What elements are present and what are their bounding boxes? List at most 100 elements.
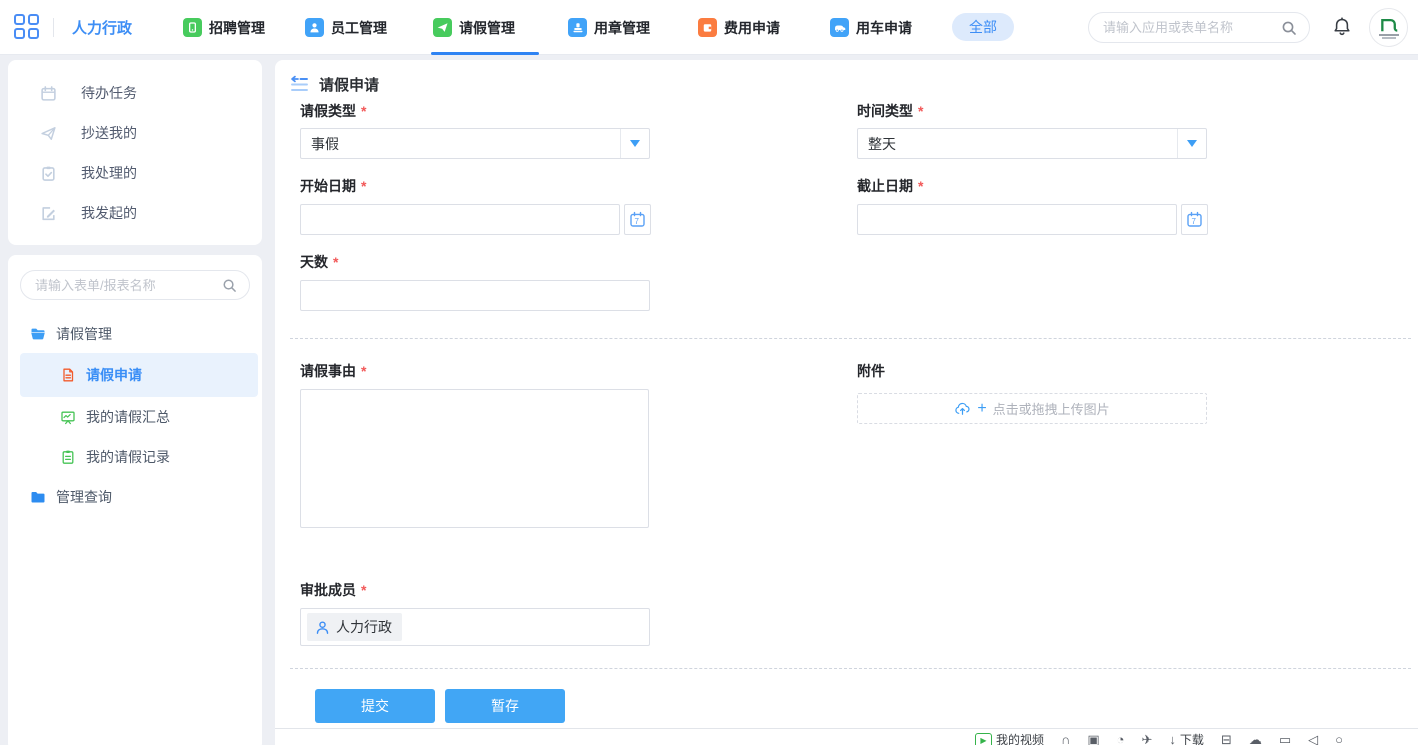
- nav-item-vehicle[interactable]: 用车申请: [830, 0, 912, 55]
- image-icon[interactable]: ▣: [1087, 733, 1099, 745]
- approver-member-field[interactable]: 人力行政: [300, 608, 650, 646]
- topbar: 人力行政 招聘管理 员工管理 请假管理 用章管理: [0, 0, 1418, 55]
- nav-item-seal[interactable]: 用章管理: [568, 0, 650, 55]
- tree-item-my-leave-summary[interactable]: 我的请假汇总: [8, 397, 262, 437]
- loading-icon[interactable]: ○: [1335, 733, 1343, 745]
- form-search: [20, 270, 250, 300]
- start-date-calendar-button[interactable]: 7: [624, 204, 651, 235]
- required-mark: *: [361, 363, 366, 379]
- required-mark: *: [918, 103, 923, 119]
- nav-label: 请假管理: [459, 18, 515, 38]
- employee-icon: [305, 18, 324, 37]
- sidebar-item-initiated-by-me[interactable]: 我发起的: [8, 193, 262, 233]
- speed-icon[interactable]: ◔: [1117, 733, 1125, 745]
- folder-open-icon: [30, 326, 46, 342]
- sidebar-item-label: 待办任务: [81, 83, 137, 103]
- notification-bell-icon[interactable]: [1331, 16, 1353, 38]
- time-type-value: 整天: [858, 134, 1177, 154]
- form-header: 请假申请: [288, 73, 379, 95]
- section-divider: [290, 668, 1411, 669]
- caret-zone: [1177, 129, 1206, 158]
- download-button[interactable]: ↓ 下载: [1169, 733, 1204, 745]
- sidebar-item-label: 我处理的: [81, 163, 137, 183]
- chevron-down-icon: [1187, 140, 1197, 147]
- reason-textarea[interactable]: [300, 389, 649, 528]
- nav-label: 员工管理: [331, 18, 387, 38]
- leave-type-value: 事假: [301, 134, 620, 154]
- tree-folder-leave-management[interactable]: 请假管理: [8, 314, 262, 354]
- time-type-select[interactable]: 整天: [857, 128, 1207, 159]
- tree-item-label: 我的请假汇总: [86, 407, 170, 427]
- rocket-icon[interactable]: ✈: [1142, 733, 1153, 745]
- caret-zone: [620, 129, 649, 158]
- download-label: 下载: [1180, 733, 1204, 745]
- my-videos-label: 我的视频: [996, 733, 1044, 745]
- footer-strip: ▶ 我的视频 ∩ ▣ ◔ ✈ ↓ 下载 ⊟ ☁ ▭ ◁ ○: [275, 728, 1418, 745]
- user-avatar[interactable]: [1369, 8, 1408, 47]
- sidebar-item-handled-by-me[interactable]: 我处理的: [8, 153, 262, 193]
- required-mark: *: [333, 254, 338, 270]
- expense-icon: [698, 18, 717, 37]
- calendar-icon: 7: [1186, 211, 1203, 228]
- cloud-icon[interactable]: ☁: [1249, 733, 1262, 745]
- app-launcher-icon[interactable]: [14, 14, 40, 40]
- search-icon[interactable]: [1281, 20, 1297, 36]
- start-date-input[interactable]: [300, 204, 620, 235]
- sidebar-forms-panel: 请假管理 请假申请 我的请假汇总 我的请假记录 管理查询: [8, 255, 262, 745]
- tree-folder-label: 请假管理: [56, 324, 112, 344]
- calendar-icon: 7: [629, 211, 646, 228]
- nav-item-leave[interactable]: 请假管理: [433, 0, 515, 55]
- end-date-input[interactable]: [857, 204, 1177, 235]
- sidebar-item-label: 抄送我的: [81, 123, 137, 143]
- collapse-sidebar-icon[interactable]: [288, 73, 310, 95]
- company-logo-icon: [1378, 17, 1400, 33]
- volume-icon[interactable]: ◁: [1308, 733, 1318, 745]
- sidebar-item-cc-me[interactable]: 抄送我的: [8, 113, 262, 153]
- download-arrow-icon: ↓: [1169, 733, 1176, 745]
- nav-label: 费用申请: [724, 18, 780, 38]
- my-videos-button[interactable]: ▶ 我的视频: [975, 733, 1044, 745]
- submit-button[interactable]: 提交: [315, 689, 435, 723]
- leave-type-select[interactable]: 事假: [300, 128, 650, 159]
- helmet-icon[interactable]: ∩: [1061, 733, 1070, 745]
- nav-item-expense[interactable]: 费用申请: [698, 0, 780, 55]
- folder-icon: [30, 489, 46, 505]
- days-input[interactable]: [300, 280, 650, 311]
- tree-item-my-leave-records[interactable]: 我的请假记录: [8, 437, 262, 477]
- sidebar-item-label: 我发起的: [81, 203, 137, 223]
- main-panel: 请假申请 请假类型* 事假 时间类型* 整天 开始日期* 7 截止日期*: [275, 60, 1418, 728]
- person-icon: [315, 620, 330, 635]
- filter-all-button[interactable]: 全部: [952, 13, 1014, 41]
- section-divider: [290, 338, 1411, 339]
- sidebar-item-todo-tasks[interactable]: 待办任务: [8, 73, 262, 113]
- printer-icon[interactable]: ⊟: [1221, 733, 1232, 745]
- tree-folder-management-query[interactable]: 管理查询: [8, 477, 262, 517]
- leave-icon: [433, 18, 452, 37]
- logo-text-line: [1382, 37, 1396, 39]
- required-mark: *: [361, 178, 366, 194]
- app-search-input[interactable]: [1103, 20, 1281, 35]
- recruitment-icon: [183, 18, 202, 37]
- page-title: 请假申请: [319, 74, 379, 95]
- required-mark: *: [361, 582, 366, 598]
- nav-item-employee[interactable]: 员工管理: [305, 0, 387, 55]
- attachment-upload-area[interactable]: + 点击或拖拽上传图片: [857, 393, 1207, 424]
- leave-form-doc-icon: [60, 367, 76, 383]
- cloud-upload-icon: [954, 401, 971, 416]
- member-name: 人力行政: [336, 617, 392, 637]
- logo-text-line: [1379, 34, 1399, 36]
- nav-item-recruitment[interactable]: 招聘管理: [183, 0, 265, 55]
- current-app-name[interactable]: 人力行政: [72, 0, 132, 55]
- nav-label: 用车申请: [856, 18, 912, 38]
- sidebar-tasks-panel: 待办任务 抄送我的 我处理的 我发起的: [8, 60, 262, 245]
- tree-item-leave-application[interactable]: 请假申请: [20, 353, 258, 397]
- window-icon[interactable]: ▭: [1279, 733, 1291, 745]
- save-draft-button[interactable]: 暂存: [445, 689, 565, 723]
- field-label-days: 天数*: [300, 252, 338, 272]
- search-icon[interactable]: [222, 278, 237, 293]
- end-date-calendar-button[interactable]: 7: [1181, 204, 1208, 235]
- field-label-leave-type: 请假类型*: [300, 101, 366, 121]
- tree-item-label: 我的请假记录: [86, 447, 170, 467]
- form-search-input[interactable]: [35, 278, 222, 293]
- field-label-start-date: 开始日期*: [300, 176, 366, 196]
